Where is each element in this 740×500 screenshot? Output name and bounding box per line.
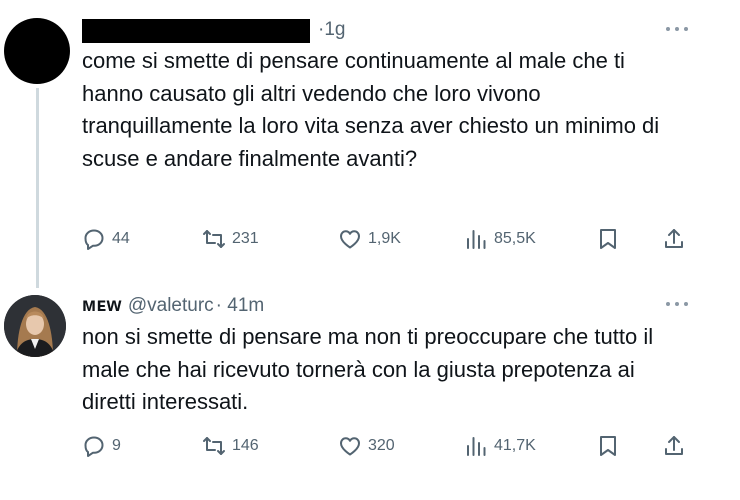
- share-icon: [665, 229, 683, 248]
- like-button[interactable]: 320: [338, 431, 395, 461]
- reply-count: 9: [112, 437, 121, 454]
- reply-button[interactable]: 9: [82, 431, 121, 461]
- like-count: 320: [368, 437, 395, 454]
- views-button[interactable]: 41,7K: [464, 431, 536, 461]
- reply-icon: [84, 229, 104, 250]
- like-button[interactable]: 1,9K: [338, 224, 401, 254]
- reply-button[interactable]: 44: [82, 224, 130, 254]
- reply-icon: [84, 436, 104, 457]
- tweet[interactable]: ᴍᴇᴡ @valeturc · 41m non si smette di pen…: [0, 285, 740, 500]
- views-chart-icon: [467, 437, 486, 456]
- thread-line: [36, 88, 39, 288]
- heart-icon: [340, 230, 360, 249]
- redacted-username: [82, 19, 310, 43]
- more-options-icon[interactable]: [666, 22, 688, 36]
- bookmark-icon: [600, 229, 616, 249]
- avatar[interactable]: [4, 295, 66, 357]
- action-bar: 9 146 320 41,7K: [82, 431, 702, 461]
- retweet-count: 146: [232, 437, 259, 454]
- share-button[interactable]: [662, 224, 686, 254]
- bookmark-icon: [600, 436, 616, 456]
- tweet-header: ·1g: [82, 14, 345, 46]
- share-button[interactable]: [662, 431, 686, 461]
- bookmark-button[interactable]: [596, 224, 620, 254]
- like-count: 1,9K: [368, 230, 401, 247]
- views-count: 85,5K: [494, 230, 536, 247]
- timestamp[interactable]: · 41m: [216, 295, 265, 317]
- reply-count: 44: [112, 230, 130, 247]
- retweet-button[interactable]: 146: [202, 431, 259, 461]
- avatar[interactable]: [4, 18, 70, 84]
- more-options-icon[interactable]: [666, 297, 688, 311]
- share-icon: [665, 436, 683, 455]
- tweet[interactable]: ·1g come si smette di pensare continuame…: [0, 0, 740, 288]
- retweet-icon: [203, 437, 225, 455]
- user-handle[interactable]: @valeturc: [128, 295, 214, 317]
- action-bar: 44 231 1,9K 85,5K: [82, 224, 702, 254]
- heart-icon: [340, 437, 360, 456]
- tweet-text: come si smette di pensare continuamente …: [82, 48, 660, 171]
- bookmark-button[interactable]: [596, 431, 620, 461]
- views-chart-icon: [467, 230, 486, 249]
- views-button[interactable]: 85,5K: [464, 224, 536, 254]
- tweet-header: ᴍᴇᴡ @valeturc · 41m: [82, 291, 264, 321]
- retweet-count: 231: [232, 230, 259, 247]
- timestamp[interactable]: ·1g: [318, 19, 345, 41]
- display-name[interactable]: ᴍᴇᴡ: [82, 295, 122, 317]
- tweet-text: non si smette di pensare ma non ti preoc…: [82, 324, 654, 414]
- retweet-button[interactable]: 231: [202, 224, 259, 254]
- retweet-icon: [203, 230, 225, 248]
- avatar-photo-image: [4, 295, 66, 357]
- views-count: 41,7K: [494, 437, 536, 454]
